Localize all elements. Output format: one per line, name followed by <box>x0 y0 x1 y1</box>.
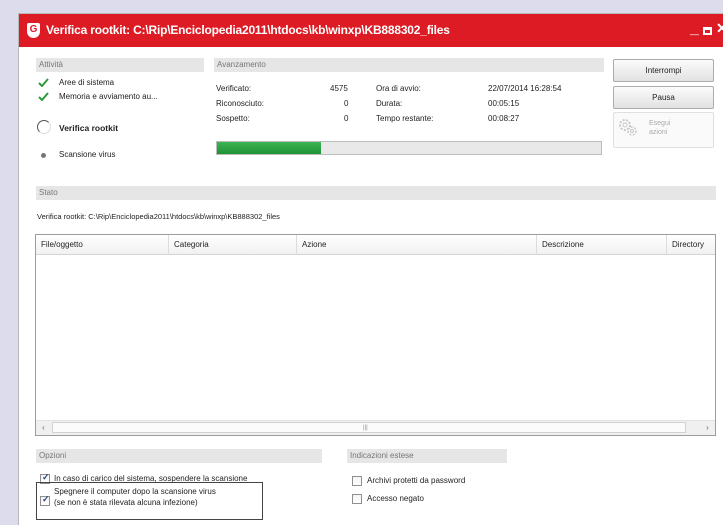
title-bar: G Verifica rootkit: C:\Rip\Enciclopedia2… <box>19 14 723 47</box>
options-header: Opzioni <box>36 449 322 463</box>
suspect-value: 0 <box>344 114 349 123</box>
start-time-value: 22/07/2014 16:28:54 <box>488 84 562 93</box>
column-directory[interactable]: Directory <box>667 235 715 255</box>
run-actions-label: Esegui azioni <box>649 120 671 136</box>
results-table[interactable]: File/oggetto Categoria Azione Descrizion… <box>35 234 716 436</box>
status-header: Stato <box>36 186 716 200</box>
duration-value: 00:05:15 <box>488 99 520 108</box>
run-actions-button[interactable]: Esegui azioni <box>613 112 714 148</box>
progress-header: Avanzamento <box>214 58 604 72</box>
access-denied-label: Accesso negato <box>367 494 424 503</box>
checkmark-icon <box>38 92 49 101</box>
activity-item-system-areas: Aree di sistema <box>59 78 115 87</box>
table-header: File/oggetto Categoria Azione Descrizion… <box>36 235 715 255</box>
extended-header: Indicazioni estese <box>347 449 507 463</box>
spinner-icon <box>37 120 51 134</box>
column-category[interactable]: Categoria <box>169 235 297 255</box>
duration-label: Durata: <box>376 99 403 108</box>
stop-button[interactable]: Interrompi <box>613 59 714 82</box>
grip-icon: ||| <box>363 425 368 431</box>
window-title: Verifica rootkit: C:\Rip\Enciclopedia201… <box>46 23 450 37</box>
recognized-value: 0 <box>344 99 349 108</box>
activity-item-rootkit: Verifica rootkit <box>59 123 119 133</box>
access-denied-checkbox[interactable] <box>352 494 362 504</box>
gears-icon <box>619 119 637 136</box>
remaining-value: 00:08:27 <box>488 114 520 123</box>
column-file-object[interactable]: File/oggetto <box>36 235 169 255</box>
column-action[interactable]: Azione <box>297 235 537 255</box>
checked-value: 4575 <box>330 84 348 93</box>
shutdown-label-line1: Spegnere il computer dopo la scansione v… <box>54 487 216 496</box>
maximize-button[interactable] <box>703 27 712 35</box>
checkmark-icon <box>38 78 49 87</box>
shield-icon: G <box>27 23 40 38</box>
scan-progress-bar <box>216 141 602 155</box>
scroll-left-icon[interactable]: ‹ <box>36 421 51 435</box>
close-button[interactable]: ✕ <box>716 20 723 37</box>
password-archives-checkbox[interactable] <box>352 476 362 486</box>
activity-item-virus-scan: Scansione virus <box>59 150 116 159</box>
status-text: Verifica rootkit: C:\Rip\Enciclopedia201… <box>37 212 280 221</box>
activity-item-memory: Memoria e avviamento au... <box>59 92 158 101</box>
column-description[interactable]: Descrizione <box>537 235 667 255</box>
minimize-button[interactable]: _ <box>690 20 699 38</box>
shutdown-label-line2: (se non è stata rilevata alcuna infezion… <box>54 498 198 507</box>
remaining-label: Tempo restante: <box>376 114 434 123</box>
checked-label: Verificato: <box>216 84 252 93</box>
suspect-label: Sospetto: <box>216 114 250 123</box>
horizontal-scrollbar[interactable]: ‹ ||| › <box>36 420 715 435</box>
scrollbar-thumb[interactable]: ||| <box>52 422 686 433</box>
password-archives-label: Archivi protetti da password <box>367 476 466 485</box>
start-time-label: Ora di avvio: <box>376 84 421 93</box>
pending-dot-icon <box>41 153 46 158</box>
progress-fill <box>217 142 321 154</box>
recognized-label: Riconosciuto: <box>216 99 265 108</box>
pause-button[interactable]: Pausa <box>613 86 714 109</box>
activity-header: Attività <box>36 58 204 72</box>
shutdown-after-scan-checkbox[interactable] <box>40 494 50 506</box>
scroll-right-icon[interactable]: › <box>700 421 715 435</box>
antivirus-window: G Verifica rootkit: C:\Rip\Enciclopedia2… <box>18 13 723 525</box>
